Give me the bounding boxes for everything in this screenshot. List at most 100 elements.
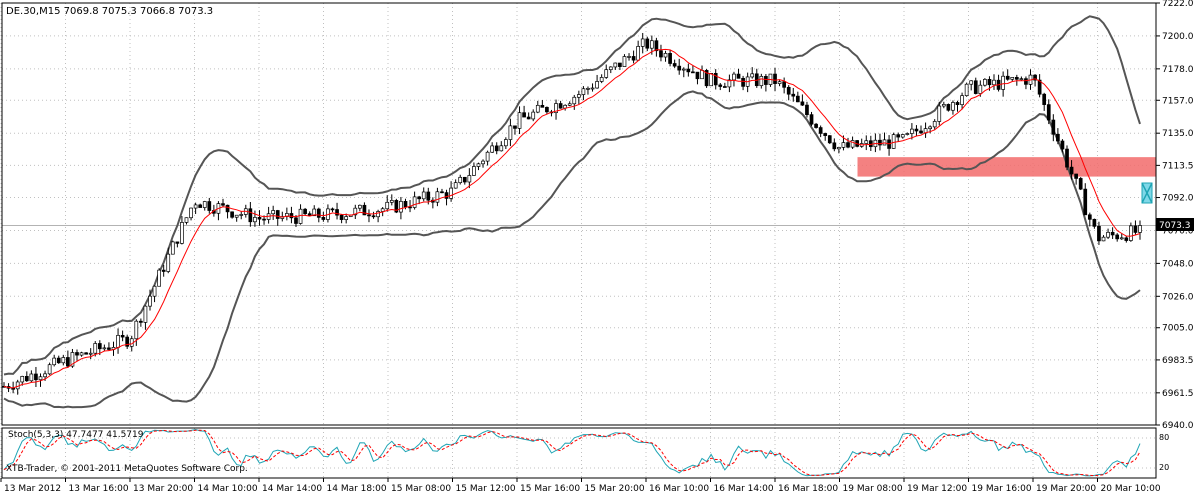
candle-body — [773, 73, 777, 84]
candle-body — [1101, 236, 1106, 242]
candle-body — [257, 217, 262, 220]
candle-body — [1060, 140, 1065, 150]
candle-body — [1019, 78, 1024, 81]
candle-body — [170, 241, 175, 255]
copyright-text: XTB-Trader, © 2001-2011 MetaQuotes Softw… — [6, 464, 248, 474]
y-tick-label: 7005.0 — [1162, 324, 1194, 334]
candle-body — [412, 196, 417, 208]
candle-body — [225, 204, 230, 213]
candle-body — [389, 200, 394, 203]
candle-body — [180, 222, 184, 244]
y-tick-label: 7222.0 — [1162, 0, 1194, 9]
candle-body — [88, 352, 93, 355]
candle-body — [339, 214, 344, 220]
bollinger-upper — [3, 15, 1141, 376]
candle-body — [1046, 104, 1051, 121]
candle-body — [1106, 231, 1110, 238]
candle-body — [93, 343, 98, 354]
candle-body — [494, 145, 499, 152]
candle-body — [1110, 231, 1115, 236]
y-tick-label: 7178.0 — [1162, 65, 1194, 75]
x-tick-label: 15 Mar 08:00 — [391, 484, 451, 494]
candle-body — [34, 373, 38, 381]
candle-body — [969, 80, 974, 85]
candle-body — [490, 145, 495, 153]
candle-body — [604, 69, 609, 78]
candle-body — [841, 142, 846, 148]
candle-body — [987, 78, 992, 86]
price-chart[interactable]: 7222.0 7200.0 7178.0 7157.0 7135.0 7113.5 7092… — [0, 0, 1194, 495]
candle-body — [590, 87, 595, 90]
candle-body — [508, 125, 513, 140]
y-tick-label: 7135.0 — [1162, 129, 1194, 139]
candle-body — [449, 187, 453, 199]
candle-body — [358, 204, 362, 209]
candle-body — [545, 106, 549, 113]
x-tick-label: 13 Mar 2012 — [4, 484, 61, 494]
y-tick-label: 6983.5 — [1162, 356, 1194, 366]
candle-body — [581, 88, 586, 95]
x-tick-label: 19 Mar 20:00 — [1036, 484, 1096, 494]
selection-marker-icon[interactable] — [1141, 182, 1153, 204]
price-zone — [857, 157, 1156, 177]
candle-body — [198, 204, 203, 208]
candle-body — [718, 84, 723, 87]
candle-body — [709, 73, 713, 87]
y-tick-label: 7092.0 — [1162, 194, 1194, 204]
x-tick-label: 19 Mar 12:00 — [907, 484, 967, 494]
candle-body — [43, 373, 47, 378]
candle-body — [805, 104, 809, 115]
candle-body — [1087, 214, 1092, 220]
y-tick-label: 7026.0 — [1162, 292, 1194, 302]
candle-body — [175, 241, 180, 244]
candle-body — [1005, 75, 1010, 80]
candle-body — [289, 213, 294, 219]
y-tick-label: 7048.0 — [1162, 259, 1194, 269]
candle-body — [910, 128, 914, 134]
candle-body — [526, 116, 531, 120]
candle-body — [503, 139, 508, 147]
candle-body — [960, 95, 964, 106]
candle-body — [120, 335, 125, 338]
candle-body — [61, 357, 66, 364]
candle-body — [107, 347, 111, 350]
candle-body — [385, 201, 390, 210]
candle-body — [453, 182, 458, 189]
candle-body — [116, 335, 120, 348]
candle-body — [371, 215, 376, 218]
chart-window: 7222.0 7200.0 7178.0 7157.0 7135.0 7113.5 7092… — [0, 0, 1194, 495]
candle-body — [79, 352, 84, 356]
y-tick-label: 7157.0 — [1162, 96, 1194, 106]
candle-body — [1024, 78, 1028, 85]
grid — [0, 2, 1156, 478]
candle-body — [75, 352, 79, 356]
candle-body — [184, 217, 189, 223]
candle-body — [567, 103, 572, 106]
candle-body — [955, 102, 960, 106]
candle-body — [458, 176, 463, 184]
candle-body — [572, 96, 577, 105]
candle-body — [435, 191, 440, 203]
y-tick-label: 6940.0 — [1162, 421, 1194, 431]
last-price-label: 7073.3 — [1159, 221, 1191, 231]
candle-body — [421, 191, 426, 200]
candle-body — [38, 376, 43, 381]
candle-body — [722, 86, 727, 88]
candle-body — [66, 357, 70, 367]
candle-body — [700, 70, 704, 80]
candle-body — [24, 376, 29, 382]
candle-body — [595, 81, 599, 89]
candle-body — [919, 130, 923, 134]
candle-body — [248, 208, 253, 223]
candle-body — [599, 77, 604, 82]
y-tick-label: 7113.5 — [1162, 161, 1194, 171]
candle-body — [148, 295, 152, 307]
candle-body — [316, 208, 321, 218]
candle-body — [736, 73, 741, 79]
candle-body — [800, 101, 805, 106]
candle-body — [837, 147, 841, 150]
candle-body — [586, 88, 590, 90]
candle-body — [517, 112, 522, 129]
candle-body — [481, 160, 485, 165]
candle-body — [827, 135, 832, 144]
